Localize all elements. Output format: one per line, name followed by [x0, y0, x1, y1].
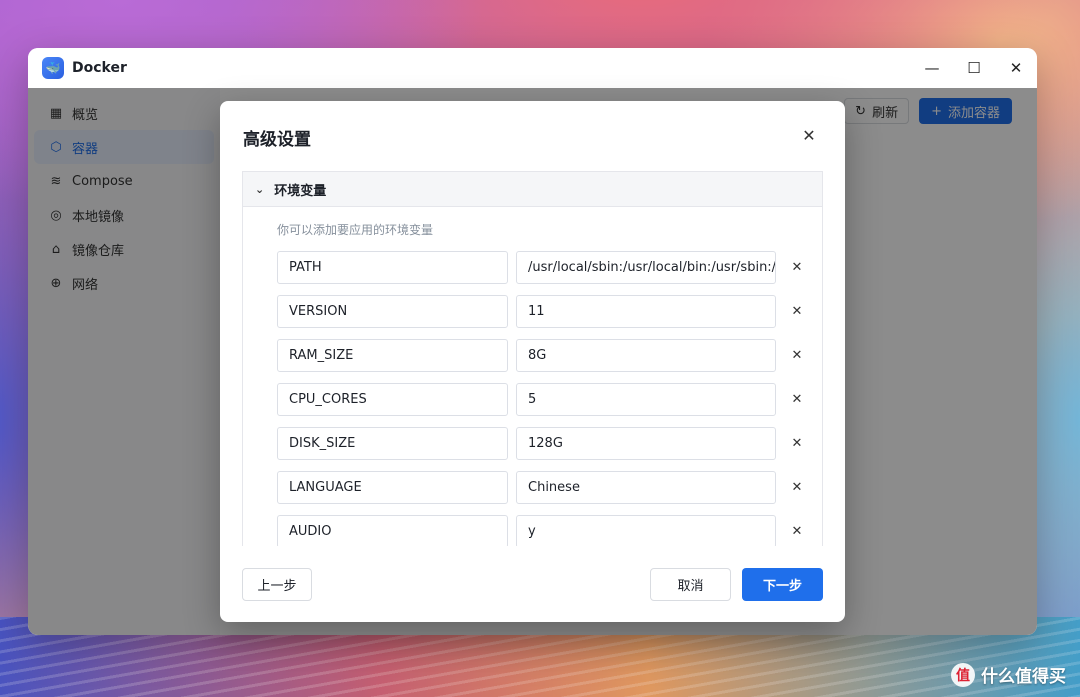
close-window-button[interactable]: ✕ — [995, 48, 1037, 88]
previous-step-button[interactable]: 上一步 — [242, 568, 312, 601]
env-var-list: PATH /usr/local/sbin:/usr/local/bin:/usr… — [243, 250, 822, 546]
next-step-button[interactable]: 下一步 — [742, 568, 823, 601]
minimize-button[interactable]: — — [911, 48, 953, 88]
maximize-button[interactable]: ☐ — [953, 48, 995, 88]
env-key-input[interactable]: PATH — [277, 250, 508, 284]
env-var-row: AUDIO y ✕ — [243, 514, 822, 546]
env-value-input[interactable]: Chinese — [516, 470, 776, 504]
dialog-title: 高级设置 — [243, 130, 311, 150]
watermark-text: 什么值得买 — [981, 667, 1066, 687]
section-description: 你可以添加要应用的环境变量 — [277, 223, 434, 237]
env-var-row: PATH /usr/local/sbin:/usr/local/bin:/usr… — [243, 250, 822, 284]
env-key-input[interactable]: RAM_SIZE — [277, 338, 508, 372]
section-title: 环境变量 — [274, 183, 327, 199]
app-title: Docker — [72, 60, 127, 76]
delete-row-icon[interactable]: ✕ — [787, 436, 807, 451]
env-vars-section-header[interactable]: ⌄ 环境变量 — [243, 172, 822, 207]
env-key-input[interactable]: AUDIO — [277, 514, 508, 546]
advanced-settings-dialog: 高级设置 ✕ ⌄ 环境变量 你可以添加要应用的环境变量 PATH /usr/lo… — [220, 101, 845, 622]
env-value-input[interactable]: y — [516, 514, 776, 546]
delete-row-icon[interactable]: ✕ — [787, 392, 807, 407]
env-value-input[interactable]: 8G — [516, 338, 776, 372]
env-var-row: RAM_SIZE 8G ✕ — [243, 338, 822, 372]
env-key-input[interactable]: VERSION — [277, 294, 508, 328]
delete-row-icon[interactable]: ✕ — [787, 260, 807, 275]
docker-app-icon: 🐳 — [42, 57, 64, 79]
env-var-row: LANGUAGE Chinese ✕ — [243, 470, 822, 504]
cancel-button[interactable]: 取消 — [650, 568, 731, 601]
delete-row-icon[interactable]: ✕ — [787, 348, 807, 363]
window-controls: — ☐ ✕ — [911, 48, 1037, 88]
env-var-row: VERSION 11 ✕ — [243, 294, 822, 328]
env-key-input[interactable]: LANGUAGE — [277, 470, 508, 504]
watermark: 值 什么值得买 — [951, 662, 1066, 687]
delete-row-icon[interactable]: ✕ — [787, 480, 807, 495]
env-value-input[interactable]: /usr/local/sbin:/usr/local/bin:/usr/sbin… — [516, 250, 776, 284]
delete-row-icon[interactable]: ✕ — [787, 524, 807, 539]
close-icon[interactable]: ✕ — [799, 125, 819, 145]
env-key-input[interactable]: CPU_CORES — [277, 382, 508, 416]
env-key-input[interactable]: DISK_SIZE — [277, 426, 508, 460]
chevron-down-icon: ⌄ — [255, 182, 265, 196]
env-var-row: DISK_SIZE 128G ✕ — [243, 426, 822, 460]
env-vars-panel: ⌄ 环境变量 你可以添加要应用的环境变量 PATH /usr/local/sbi… — [242, 171, 823, 546]
env-value-input[interactable]: 128G — [516, 426, 776, 460]
env-value-input[interactable]: 11 — [516, 294, 776, 328]
smzdm-logo-icon: 值 — [951, 662, 975, 687]
delete-row-icon[interactable]: ✕ — [787, 304, 807, 319]
title-bar: 🐳 Docker — ☐ ✕ — [28, 48, 1037, 88]
env-value-input[interactable]: 5 — [516, 382, 776, 416]
env-var-row: CPU_CORES 5 ✕ — [243, 382, 822, 416]
